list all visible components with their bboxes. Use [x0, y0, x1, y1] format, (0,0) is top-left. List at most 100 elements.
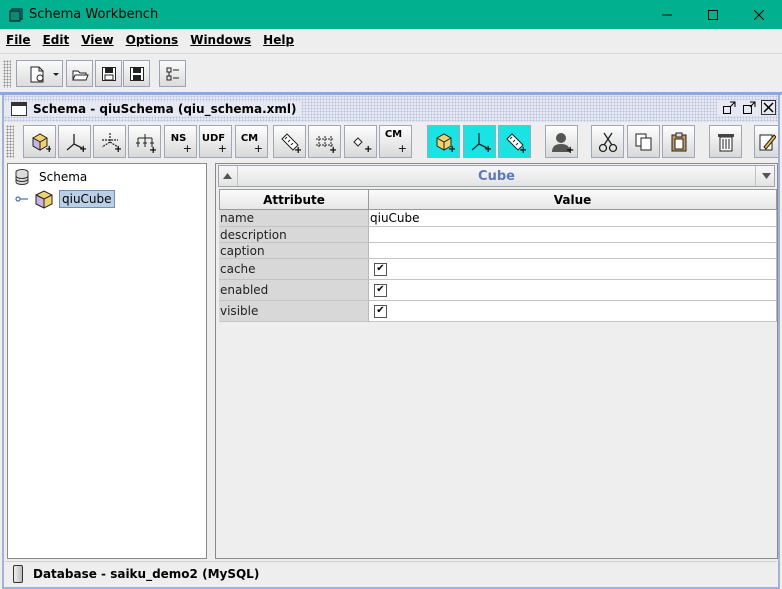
svg-text:+: + — [79, 144, 86, 153]
column-header-attribute[interactable]: Attribute — [219, 189, 369, 210]
schema-toolbar: + + + + NS + UDF + CM + + + + CM + + + +… — [4, 123, 778, 163]
menu-windows[interactable]: Windows — [184, 33, 257, 47]
scissors-icon — [598, 132, 617, 152]
add-role-button[interactable]: + — [545, 125, 578, 158]
add-cube-button[interactable]: + — [23, 125, 56, 158]
menu-file[interactable]: File — [0, 33, 37, 47]
table-row[interactable]: name qiuCube — [219, 210, 777, 227]
add-virtual-cube-button[interactable]: + — [427, 125, 460, 158]
window-title: Schema Workbench — [29, 7, 159, 22]
app-icon — [9, 7, 23, 22]
database-icon — [15, 169, 29, 185]
attribute-table: Attribute Value name qiuCube description… — [219, 189, 777, 322]
schema-frame-titlebar[interactable]: Schema - qiuSchema (qiu_schema.xml) — [4, 95, 778, 122]
close-icon — [754, 9, 764, 20]
svg-text:+: + — [364, 144, 372, 153]
caption-value-field[interactable] — [369, 243, 777, 259]
open-icon — [71, 70, 89, 80]
menu-help[interactable]: Help — [257, 33, 300, 47]
menu-options[interactable]: Options — [120, 33, 185, 47]
add-udf-button[interactable]: UDF + — [199, 125, 232, 158]
preferences-icon — [166, 67, 179, 80]
new-button[interactable] — [16, 60, 63, 87]
paste-button[interactable] — [662, 125, 695, 158]
attribute-name-cell: cache — [219, 259, 369, 280]
toolbar-grip[interactable] — [6, 125, 14, 158]
add-hierarchy-button[interactable]: + — [128, 125, 161, 158]
schema-tree[interactable]: Schema qiuCube — [7, 163, 207, 559]
save-button[interactable] — [95, 60, 122, 87]
add-level-button[interactable]: + — [308, 125, 341, 158]
close-button[interactable] — [736, 0, 782, 29]
add-calculated-member-2-button[interactable]: CM + — [379, 125, 412, 158]
save-as-icon — [129, 66, 144, 81]
scroll-up-button[interactable] — [219, 166, 235, 186]
frame-restore-button[interactable] — [721, 100, 737, 116]
scroll-down-button[interactable] — [758, 166, 774, 186]
schema-frame: Schema - qiuSchema (qiu_schema.xml) + + … — [2, 95, 780, 589]
delete-button[interactable] — [709, 125, 742, 158]
status-bar: Database - saiku_demo2 (MySQL) — [5, 561, 777, 585]
table-row[interactable]: visible ✔ — [219, 301, 777, 322]
add-property-button[interactable]: + — [344, 125, 377, 158]
svg-text:+: + — [45, 144, 51, 153]
maximize-button[interactable] — [690, 0, 736, 29]
add-dimension-button[interactable]: + — [58, 125, 91, 158]
attribute-name-cell: enabled — [219, 280, 369, 301]
cut-button[interactable] — [591, 125, 624, 158]
attribute-name-cell: caption — [219, 243, 369, 259]
add-virtual-dimension-button[interactable]: + — [463, 125, 496, 158]
dimension-icon: + — [66, 133, 86, 153]
toolbar-grip[interactable] — [3, 60, 11, 88]
cache-value-cell: ✔ — [369, 259, 777, 280]
virtual-cube-icon: + — [436, 132, 455, 153]
add-calculated-member-button[interactable]: CM + — [235, 125, 268, 158]
description-value-field[interactable] — [369, 227, 777, 243]
tree-node-qiucube[interactable]: qiuCube — [15, 189, 115, 209]
preferences-button[interactable] — [159, 60, 186, 87]
visible-value-cell: ✔ — [369, 301, 777, 322]
maximize-icon — [708, 9, 718, 20]
table-row[interactable]: description — [219, 227, 777, 243]
frame-maximize-button[interactable] — [741, 100, 757, 116]
split-pane-divider[interactable] — [208, 163, 215, 559]
table-row[interactable]: enabled ✔ — [219, 280, 777, 301]
column-header-value[interactable]: Value — [369, 189, 777, 210]
add-named-set-button[interactable]: NS + — [164, 125, 197, 158]
dropdown-arrow-icon[interactable] — [52, 72, 59, 76]
measure-icon: + — [280, 132, 301, 153]
cache-checkbox[interactable]: ✔ — [374, 262, 387, 276]
menu-edit[interactable]: Edit — [37, 33, 76, 47]
table-row[interactable]: caption — [219, 243, 777, 259]
edit-button[interactable] — [754, 125, 778, 158]
open-button[interactable] — [66, 60, 93, 87]
visible-checkbox[interactable]: ✔ — [374, 304, 387, 318]
name-value-field[interactable]: qiuCube — [369, 210, 777, 227]
attribute-name-cell: description — [219, 227, 369, 243]
svg-text:+: + — [329, 145, 336, 153]
database-status-text: Database - saiku_demo2 (MySQL) — [33, 566, 260, 581]
menu-bar: File Edit View Options Windows Help — [0, 29, 782, 51]
enabled-checkbox[interactable]: ✔ — [374, 283, 387, 297]
cube-icon — [35, 190, 53, 209]
window-titlebar: Schema Workbench — [0, 0, 782, 29]
frame-close-button[interactable] — [761, 100, 776, 115]
tree-node-schema[interactable]: Schema — [14, 168, 87, 186]
table-row[interactable]: cache ✔ — [219, 259, 777, 280]
property-icon: + — [352, 136, 372, 153]
svg-text:+: + — [484, 144, 491, 153]
add-dimension-usage-button[interactable]: + — [93, 125, 126, 158]
save-as-button[interactable] — [123, 60, 150, 87]
attribute-name-cell: visible — [219, 301, 369, 322]
restore-icon — [723, 101, 736, 114]
tree-handle-icon[interactable] — [15, 194, 29, 204]
save-icon — [101, 66, 116, 81]
frame-window-icon — [11, 101, 27, 116]
virtual-measure-icon: + — [505, 132, 526, 153]
minimize-button[interactable] — [644, 0, 690, 29]
menu-view[interactable]: View — [75, 33, 119, 47]
add-virtual-measure-button[interactable]: + — [498, 125, 531, 158]
add-measure-button[interactable]: + — [273, 125, 306, 158]
dimension-usage-icon: + — [101, 132, 121, 153]
copy-button[interactable] — [627, 125, 660, 158]
